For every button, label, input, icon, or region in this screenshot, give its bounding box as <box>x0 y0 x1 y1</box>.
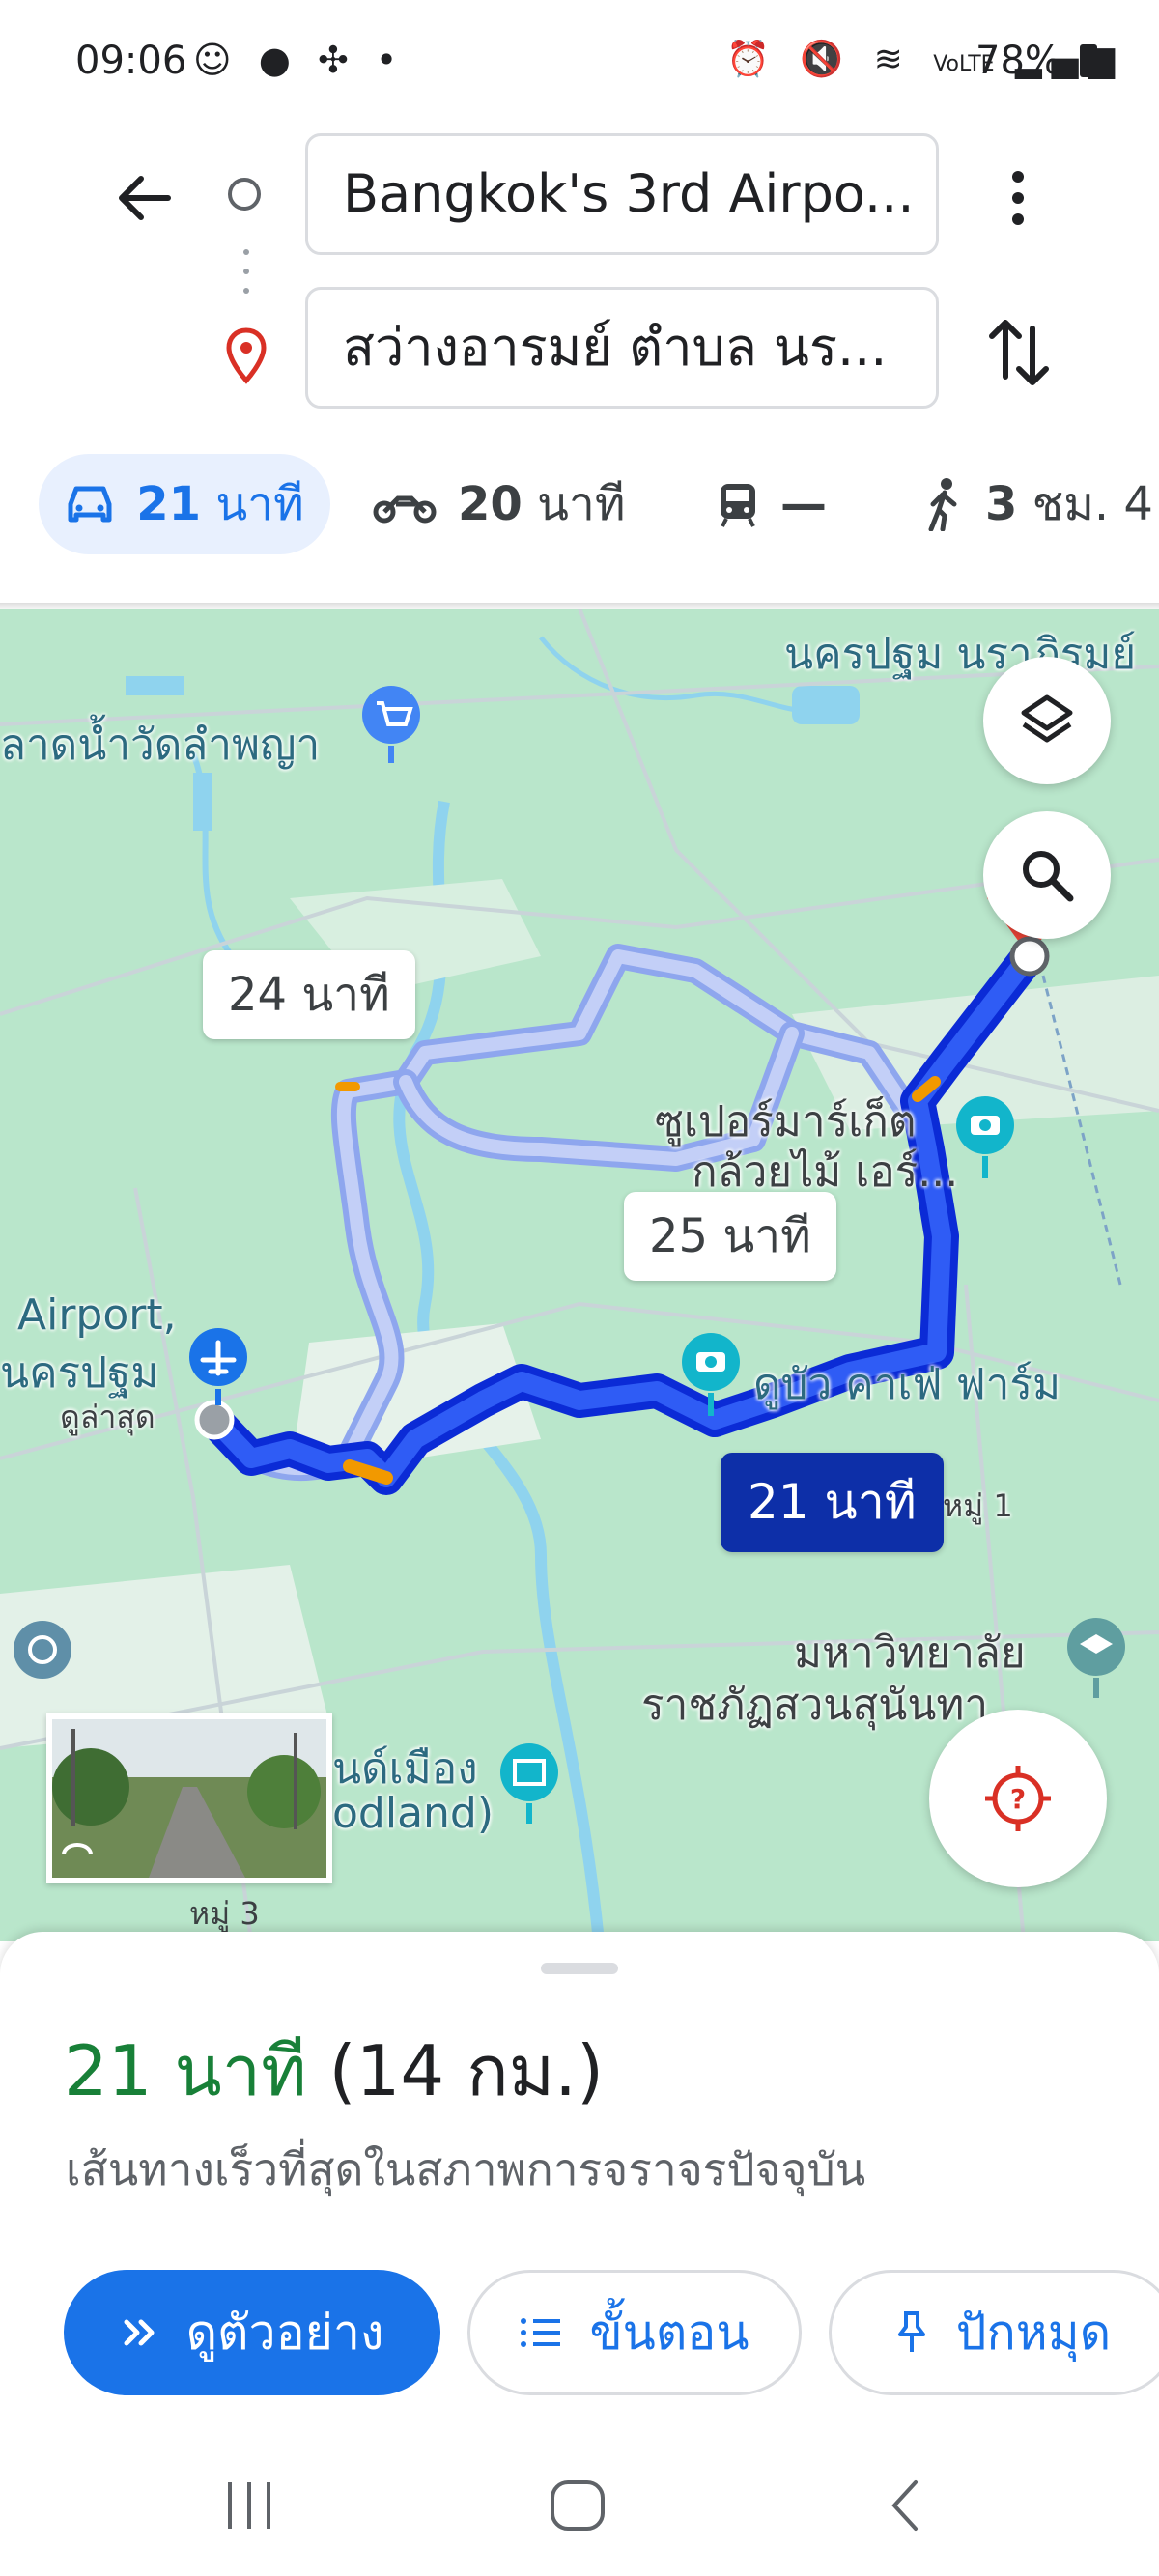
tab-motorcycle[interactable]: 20 นาที <box>373 454 625 554</box>
layers-icon <box>1021 694 1073 743</box>
battery-indicator: 78% <box>975 39 1097 83</box>
tab-drive[interactable]: 21 นาที <box>39 454 330 554</box>
transit-icon <box>721 484 755 527</box>
nav-back-icon[interactable] <box>881 2477 929 2534</box>
map-label-university-name: ราชภัฏสวนสุนันทา <box>641 1681 989 1730</box>
mute-icon: 🔇 <box>800 40 854 79</box>
map-top-shadow <box>0 603 1159 610</box>
motorcycle-unit: นาที <box>537 477 626 531</box>
route-dots-icon <box>243 249 249 294</box>
destination-field[interactable]: สว่างอารมย์ ตำบล นร... <box>305 287 939 409</box>
pinwheel-icon: ✣ <box>317 39 356 81</box>
street-view-image <box>52 1719 326 1878</box>
preview-button[interactable]: ดูตัวอย่าง <box>64 2270 440 2395</box>
alarm-icon: ⏰ <box>726 40 779 79</box>
route-bubble-main[interactable]: 21 นาที <box>721 1453 944 1552</box>
face-icon: ☺ <box>193 39 240 81</box>
map-label-latest: ดูล่าสุด <box>60 1399 155 1435</box>
home-icon[interactable] <box>547 2477 608 2534</box>
wifi-icon: ≋ <box>873 40 913 79</box>
street-view-thumbnail[interactable] <box>46 1713 332 1883</box>
map-label-woodland-en: odland) <box>332 1789 495 1838</box>
recenter-button[interactable]: ? <box>929 1710 1107 1887</box>
more-options-button[interactable] <box>995 159 1041 237</box>
tab-walk[interactable]: 3 ชม. 4 <box>925 454 1153 554</box>
system-navigation-bar <box>0 2434 1159 2576</box>
map-label-cafe: ดูบัว คาเฟ่ ฟาร์ม <box>753 1360 1061 1409</box>
swap-vert-icon <box>989 320 1049 385</box>
motorcycle-icon <box>373 495 437 524</box>
transit-time: — <box>780 477 827 531</box>
more-vert-icon <box>1012 171 1024 225</box>
walk-icon <box>928 478 957 531</box>
map-view[interactable]: นครปฐม นราภิรมย์ ลาดน้ำวัดลำพญา ซูเปอร์ม… <box>0 609 1159 1941</box>
swap-button[interactable] <box>980 309 1058 396</box>
motorcycle-time: 20 <box>458 477 523 531</box>
search-icon <box>1023 851 1074 902</box>
status-time: 09:06 <box>75 39 187 83</box>
sheet-drag-handle[interactable] <box>541 1963 618 1974</box>
arrow-back-icon <box>119 176 171 220</box>
drive-unit: นาที <box>215 477 304 531</box>
svg-text:?: ? <box>1010 1783 1026 1815</box>
search-along-route-button[interactable] <box>983 811 1111 939</box>
battery-icon <box>1079 44 1097 77</box>
steps-button[interactable]: ขั้นตอน <box>467 2270 802 2395</box>
location-help-icon: ? <box>985 1766 1051 1831</box>
map-label-moo1: หมู่ 1 <box>943 1487 1013 1524</box>
notification-icons: ☺ ● ✣ • <box>193 39 405 81</box>
status-bar: 09:06 ☺ ● ✣ • ⏰ 🔇 ≋ VoLTE ▂▄▆ 78% <box>0 0 1159 126</box>
pin-icon <box>897 2311 925 2352</box>
pin-label: ปักหมุด <box>955 2304 1112 2361</box>
dot-icon: • <box>375 39 406 81</box>
battery-percent: 78% <box>975 39 1061 83</box>
origin-circle-icon <box>228 178 261 211</box>
map-label-airport: Airport, <box>17 1290 177 1340</box>
route-bubble-alt-24[interactable]: 24 นาที <box>203 950 415 1039</box>
back-button[interactable] <box>106 159 184 237</box>
walk-time: 3 <box>985 477 1018 531</box>
destination-pin-icon <box>226 327 267 384</box>
preview-label: ดูตัวอย่าง <box>185 2304 384 2361</box>
map-label-market: ลาดน้ำวัดลำพญา <box>0 721 321 770</box>
line-icon: ● <box>258 39 298 81</box>
walk-unit: ชม. 4 <box>1032 477 1153 531</box>
tab-transit[interactable]: — <box>717 454 827 554</box>
steps-label: ขั้นตอน <box>589 2304 749 2361</box>
route-description: เส้นทางเร็วที่สุดในสภาพการจราจรปัจจุบัน <box>66 2143 866 2195</box>
route-duration: 21 นาที <box>64 2030 307 2111</box>
route-bubble-alt-25[interactable]: 25 นาที <box>624 1192 836 1281</box>
origin-field[interactable]: Bangkok's 3rd Airpo... <box>305 133 939 255</box>
double-chevron-icon <box>124 2319 155 2346</box>
drive-time: 21 <box>136 477 202 531</box>
recent-apps-icon[interactable] <box>220 2478 278 2533</box>
layers-button[interactable] <box>983 657 1111 784</box>
car-icon <box>68 486 112 523</box>
route-distance: (14 กม.) <box>328 2030 605 2111</box>
route-summary: 21 นาที (14 กม.) <box>64 2015 604 2126</box>
list-icon <box>521 2318 561 2347</box>
pin-button[interactable]: ปักหมุด <box>829 2270 1159 2395</box>
